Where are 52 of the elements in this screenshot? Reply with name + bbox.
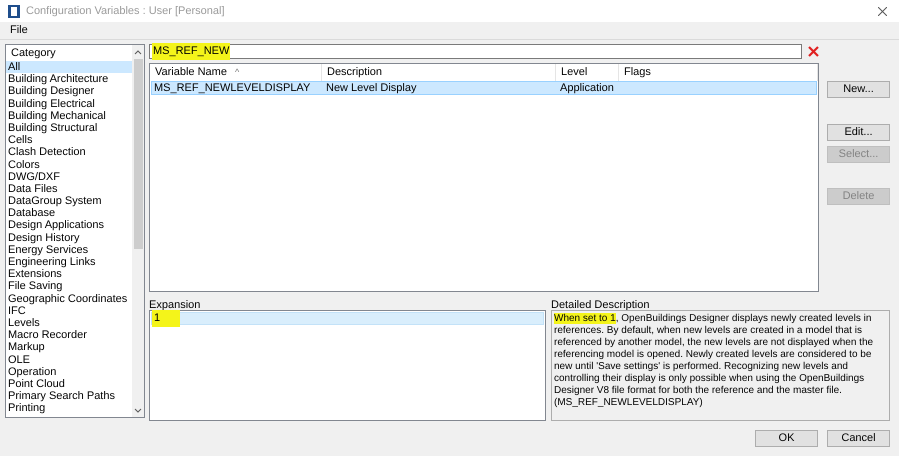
category-item[interactable]: Operation [6,366,132,378]
category-item[interactable]: Levels [6,316,132,330]
table-cell: New Level Display [326,82,416,94]
category-item[interactable]: File Saving [6,280,132,293]
section-label: Expansion [149,298,202,310]
category-item[interactable]: Database [6,207,132,220]
category-item[interactable]: Colors [6,158,132,171]
clear-icon[interactable] [808,46,819,57]
category-item[interactable]: Design Applications [6,219,132,232]
window-title: Configuration Variables : User [Personal] [26,4,225,19]
table-cell: Application [560,82,614,94]
category-item[interactable]: Clash Detection [6,146,132,158]
category-item[interactable]: IFC [6,304,132,317]
category-item[interactable]: Primary Search Paths [6,390,132,402]
category-item[interactable]: Cells [6,134,132,146]
category-item[interactable]: Geographic Coordinates [6,292,132,305]
category-item[interactable]: Engineering Links [6,256,132,268]
category-item[interactable]: Building Designer [6,85,132,98]
category-item[interactable]: DWG/DXF [6,170,132,183]
app-icon [8,4,20,18]
action-button[interactable]: New... [827,81,890,98]
category-item[interactable]: Design History [6,232,132,244]
expansion-row[interactable]: 1 [151,312,544,325]
category-item[interactable]: Point Cloud [6,378,132,390]
category-item[interactable]: Building Architecture [6,73,132,86]
category-item[interactable]: Extensions [6,268,132,280]
category-item[interactable]: All [6,61,132,74]
scroll-up-icon[interactable] [134,49,142,55]
scroll-down-icon[interactable] [134,408,142,414]
category-item[interactable]: Markup [6,341,132,354]
scrollbar[interactable] [132,45,144,417]
category-item[interactable]: Energy Services [6,244,132,256]
sort-indicator: ^ [234,66,240,79]
table-row[interactable]: MS_REF_NEWLEVELDISPLAY New Level Display Application [151,81,817,95]
category-item[interactable]: OLE [6,354,132,366]
dialog-button[interactable]: OK [755,430,818,447]
column-header[interactable]: Category [6,45,132,61]
description-text: When set to 1, OpenBuildings Designer displays newly created levels in references. By default, when new levels are created in a model that is referenced by another model, the new levels are not displayed when the referencing model is opened. Newly created levels are considered to be new until 'Save settings' is performed. Recognizing new levels and controlling their display is only possible when using the OpenBuildings Designer V8 file format for both the reference and the master file. (MS_REF_NEWLEVELDISPLAY) [554,313,874,409]
category-item[interactable]: Data Files [6,182,132,196]
category-item[interactable]: Macro Recorder [6,329,132,342]
table-cell: MS_REF_NEWLEVELDISPLAY [154,82,310,94]
category-item[interactable]: DataGroup System [6,195,132,208]
category-item[interactable]: Building Mechanical [6,110,132,122]
dialog-button[interactable]: Cancel [827,430,890,447]
menu-item[interactable]: File [10,22,28,39]
category-item[interactable]: Building Electrical [6,98,132,110]
close-icon[interactable] [878,6,887,16]
action-button[interactable]: Edit... [827,124,890,141]
section-label: Detailed Description [551,298,650,310]
category-item[interactable]: Building Structural [6,122,132,134]
search-field[interactable]: MS_REF_NEW [149,44,802,59]
category-item[interactable]: Printing [6,402,132,414]
